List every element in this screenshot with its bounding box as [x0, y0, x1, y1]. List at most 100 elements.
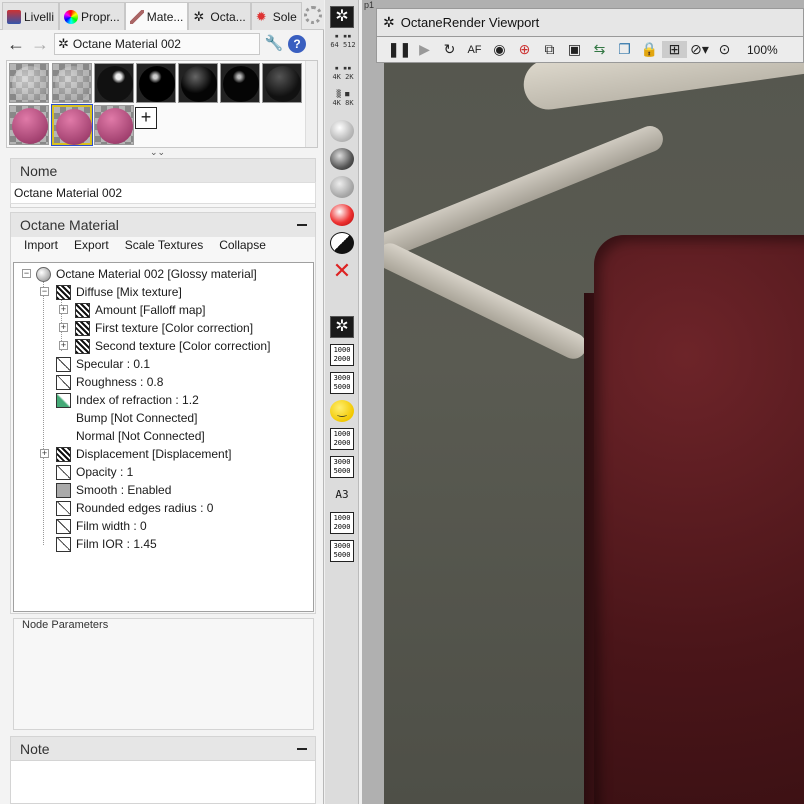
tree-node-film-ior[interactable]: Film IOR : 1.45 — [56, 535, 157, 553]
material-name-field[interactable]: ✲ Octane Material 002 — [54, 33, 260, 55]
color-pick-icon[interactable]: ⊕ — [512, 41, 537, 58]
expand-node-icon[interactable]: + — [59, 323, 68, 332]
restart-icon[interactable]: ↻ — [437, 41, 462, 58]
octane-logo-button[interactable]: ✲ — [330, 6, 354, 28]
material-node-tree: − Octane Material 002 [Glossy material] … — [13, 262, 314, 612]
texture-size-icon[interactable]: ▪ ▪▪ 4K 2K — [329, 64, 357, 82]
tree-node-ior[interactable]: Index of refraction : 1.2 — [56, 391, 199, 409]
collapse-node-icon[interactable]: − — [22, 269, 31, 278]
expand-node-icon[interactable]: + — [59, 341, 68, 350]
help-icon[interactable]: ? — [288, 35, 306, 53]
material-thumbnail[interactable] — [9, 63, 49, 103]
red-sphere-icon[interactable] — [330, 204, 354, 226]
material-thumbnail[interactable] — [178, 63, 218, 103]
tree-node-normal[interactable]: Normal [Not Connected] — [76, 427, 205, 445]
resolution-1000-2000-button[interactable]: 1000 2000 — [330, 344, 354, 366]
forward-arrow-icon[interactable]: → — [30, 34, 50, 54]
autofocus-icon[interactable]: AF — [462, 44, 487, 56]
tree-node-amount[interactable]: Amount [Falloff map] — [75, 301, 206, 319]
octane-icon: ✲ — [58, 36, 69, 51]
panel-tabs: Livelli Propr... Mate... ✲ Octa... ✹ Sole — [0, 0, 324, 30]
tree-node-root[interactable]: Octane Material 002 [Glossy material] — [36, 265, 257, 283]
a3-format-button[interactable]: A3 — [330, 484, 354, 506]
wrench-icon[interactable]: 🔧 — [264, 34, 284, 54]
material-thumbnail[interactable] — [136, 63, 176, 103]
viewport-titlebar[interactable]: ✲ OctaneRender Viewport — [376, 8, 804, 36]
octane-render-button[interactable]: ✲ — [330, 316, 354, 338]
scale-textures-button[interactable]: Scale Textures — [125, 238, 204, 252]
tree-node-second-texture[interactable]: Second texture [Color correction] — [75, 337, 270, 355]
grey-sphere-icon[interactable] — [330, 176, 354, 198]
white-sphere-icon[interactable] — [330, 120, 354, 142]
collapse-node-icon[interactable]: − — [40, 287, 49, 296]
half-sphere-icon[interactable] — [330, 232, 354, 254]
collapse-icon[interactable] — [297, 224, 307, 226]
collapse-icon[interactable] — [297, 748, 307, 750]
material-pick-icon[interactable]: ⧉ — [537, 41, 562, 58]
viewport-toolbar: ❚❚ ▶ ↻ AF ◉ ⊕ ⧉ ▣ ⇆ ❐ 🔒 ⊞ ⊘▾ ⊙ 100% — [376, 36, 804, 63]
layers-icon[interactable]: ❐ — [612, 41, 637, 58]
resolution-3000-5000-button-3[interactable]: 3000 5000 — [330, 540, 354, 562]
material-thumbnail[interactable] — [9, 105, 49, 145]
collapse-button[interactable]: Collapse — [219, 238, 266, 252]
tree-node-film-width[interactable]: Film width : 0 — [56, 517, 147, 535]
material-thumbnail-selected[interactable] — [51, 104, 93, 146]
resolution-3000-5000-button[interactable]: 3000 5000 — [330, 372, 354, 394]
note-textarea[interactable] — [10, 760, 316, 804]
export-image-icon[interactable]: ⇆ — [587, 41, 612, 58]
render-image[interactable] — [384, 63, 804, 804]
texture-icon — [75, 320, 90, 336]
sphere-pick-icon[interactable]: ◉ — [487, 41, 512, 58]
sun-icon: ✹ — [255, 8, 267, 24]
tree-node-opacity[interactable]: Opacity : 1 — [56, 463, 133, 481]
import-button[interactable]: Import — [24, 238, 58, 252]
material-thumbnail[interactable] — [220, 63, 260, 103]
texture-size-icon-2[interactable]: ▒ ■ 4K 8K — [329, 90, 357, 108]
smiley-icon[interactable]: ‿ — [330, 400, 354, 422]
expand-chevron-icon[interactable]: ⌄⌄ — [150, 147, 165, 158]
resolution-1000-2000-button-3[interactable]: 1000 2000 — [330, 512, 354, 534]
export-button[interactable]: Export — [74, 238, 109, 252]
tab-properties[interactable]: Propr... — [59, 2, 125, 30]
material-thumbnail[interactable] — [262, 63, 302, 103]
zoom-lens-icon[interactable]: ⊙ — [712, 41, 737, 58]
tab-octane[interactable]: ✲ Octa... — [188, 2, 251, 30]
resolution-icon-small[interactable]: ▪ ▪▪ 64 512 — [329, 32, 357, 50]
expand-node-icon[interactable]: + — [59, 305, 68, 314]
tab-materials[interactable]: Mate... — [124, 2, 189, 30]
material-thumbnail[interactable] — [94, 105, 134, 145]
region-icon[interactable]: ⊞ — [662, 41, 687, 58]
material-thumbnail[interactable] — [94, 63, 134, 103]
resolution-1000-2000-button-2[interactable]: 1000 2000 — [330, 428, 354, 450]
back-arrow-icon[interactable]: ← — [6, 34, 26, 54]
add-material-button[interactable]: + — [135, 107, 157, 129]
tree-node-specular[interactable]: Specular : 0.1 — [56, 355, 150, 373]
tree-node-first-texture[interactable]: First texture [Color correction] — [75, 319, 253, 337]
float-value-icon — [56, 500, 71, 516]
thumbnail-scrollbar[interactable] — [305, 61, 317, 147]
material-thumbnail[interactable] — [52, 63, 92, 103]
gear-icon[interactable] — [304, 6, 322, 24]
toggle-value-icon — [56, 482, 71, 498]
material-name-input[interactable]: Octane Material 002 — [10, 182, 316, 204]
tab-sun[interactable]: ✹ Sole — [250, 2, 302, 30]
play-icon[interactable]: ▶ — [412, 41, 437, 58]
camera-icon[interactable]: ▣ — [562, 41, 587, 58]
remove-icon[interactable]: ✕ — [330, 260, 354, 282]
octane-material-header[interactable]: Octane Material — [11, 213, 315, 237]
tree-node-smooth[interactable]: Smooth : Enabled — [56, 481, 171, 499]
tree-node-bump[interactable]: Bump [Not Connected] — [76, 409, 197, 427]
resolution-3000-5000-button-2[interactable]: 3000 5000 — [330, 456, 354, 478]
dark-sphere-icon[interactable] — [330, 148, 354, 170]
lock-icon[interactable]: 🔒 — [637, 41, 662, 58]
tree-node-diffuse[interactable]: Diffuse [Mix texture] — [56, 283, 182, 301]
tree-node-rounded-edges[interactable]: Rounded edges radius : 0 — [56, 499, 213, 517]
view-mode-dropdown-icon[interactable]: ⊘▾ — [687, 41, 712, 58]
tree-node-displacement[interactable]: Displacement [Displacement] — [56, 445, 231, 463]
pause-icon[interactable]: ❚❚ — [387, 41, 412, 58]
tab-livelli[interactable]: Livelli — [2, 2, 60, 30]
expand-node-icon[interactable]: + — [40, 449, 49, 458]
zoom-level[interactable]: 100% — [747, 43, 778, 57]
tree-node-roughness[interactable]: Roughness : 0.8 — [56, 373, 163, 391]
note-header[interactable]: Note — [11, 737, 315, 761]
